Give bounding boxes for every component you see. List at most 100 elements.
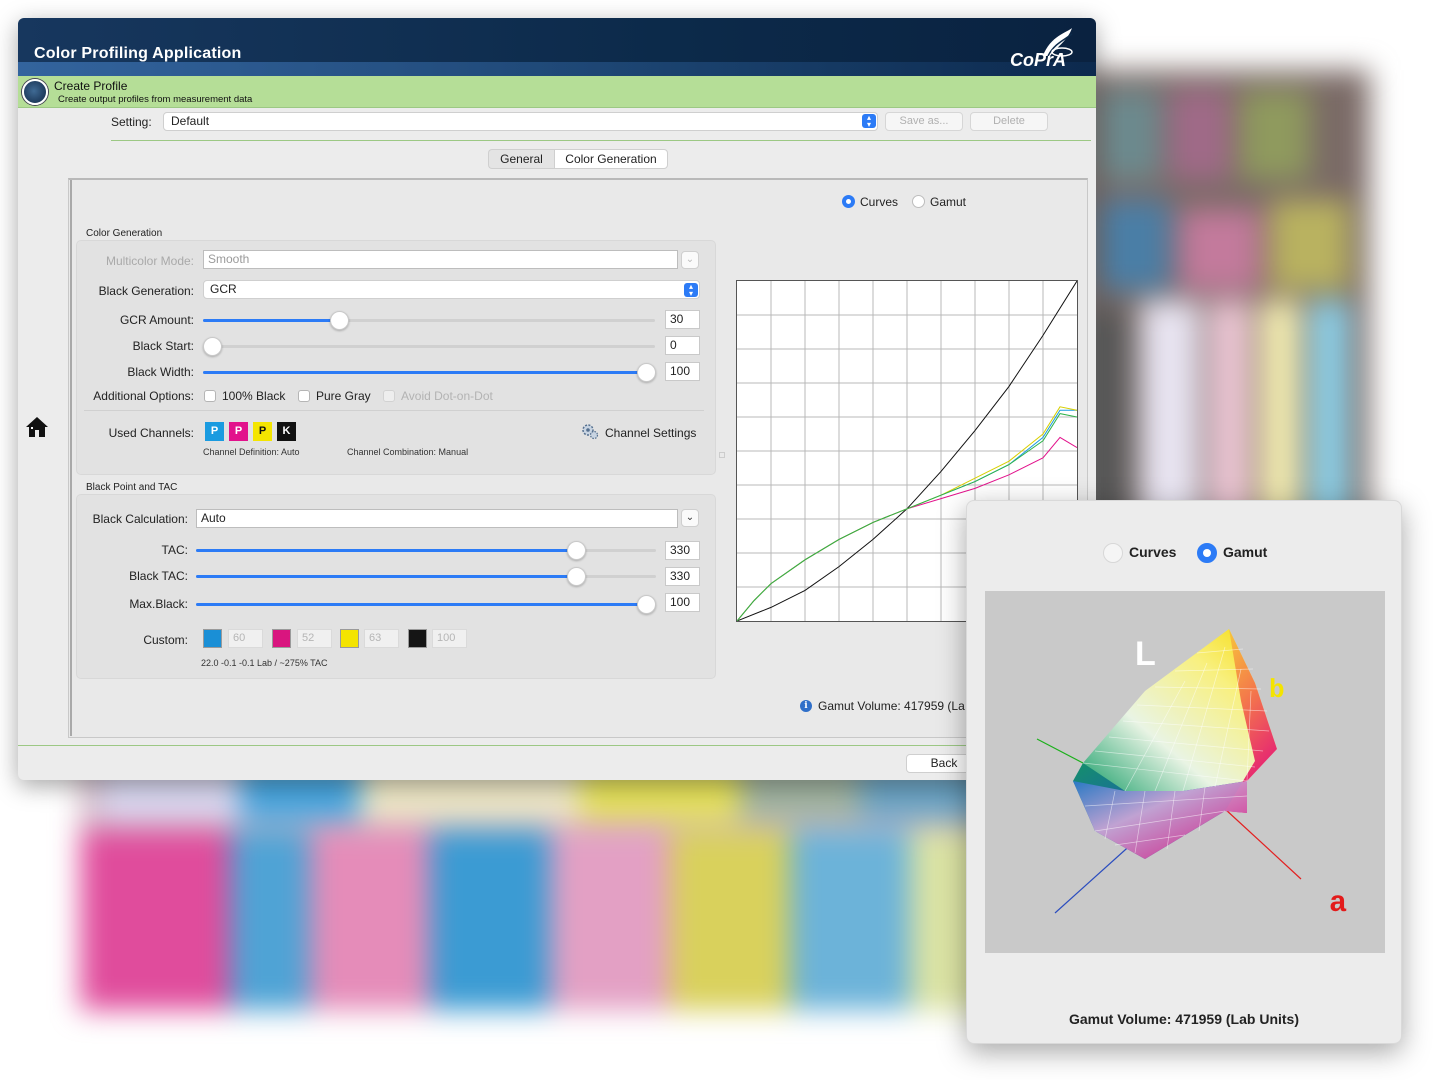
- title-bar: Color Profiling Application CoPrA: [18, 18, 1096, 76]
- gamut-radio-label: Gamut: [930, 195, 967, 209]
- header-bar: Create Profile Create output profiles fr…: [18, 76, 1096, 108]
- blurred-color-chart-bottom: [80, 760, 1030, 1010]
- black-calculation-label: Black Calculation:: [92, 512, 188, 526]
- curves-radio-label: Curves: [860, 195, 899, 209]
- channel-chip-magenta[interactable]: P: [229, 422, 248, 441]
- channel-chip-cyan[interactable]: P: [205, 422, 224, 441]
- gcr-amount-label: GCR Amount:: [119, 313, 194, 327]
- black-width-slider[interactable]: [203, 363, 656, 382]
- gamut-window: Curves Gamut L b a Gamut Volume: 471959 …: [966, 500, 1402, 1044]
- divider: [84, 410, 704, 411]
- gcr-amount-slider-fill: [203, 319, 339, 322]
- info-icon: i: [800, 700, 812, 712]
- channel-combination-text: Channel Combination: Manual: [347, 447, 469, 457]
- create-profile-icon: [22, 79, 48, 105]
- axis-label-l: L: [1135, 635, 1156, 673]
- curves-radio[interactable]: [842, 195, 855, 208]
- app-title: Color Profiling Application: [34, 45, 242, 62]
- black-start-slider[interactable]: [203, 337, 655, 356]
- color-generation-section-title: Color Generation: [86, 228, 163, 239]
- gcr-amount-slider[interactable]: [203, 311, 655, 330]
- gw-curves-radio[interactable]: [1103, 543, 1123, 563]
- max-black-slider[interactable]: [196, 595, 656, 614]
- setting-stepper-icon[interactable]: ▴ ▾: [862, 114, 876, 129]
- channel-definition-text: Channel Definition: Auto: [203, 447, 300, 457]
- tac-slider[interactable]: [196, 541, 656, 560]
- divider: [111, 140, 1091, 141]
- custom-yellow-swatch[interactable]: [340, 629, 359, 648]
- multicolor-mode-label: Multicolor Mode:: [105, 254, 194, 268]
- hundred-black-checkbox[interactable]: [204, 390, 216, 402]
- header-title: Create Profile: [54, 79, 128, 93]
- black-calculation-field[interactable]: Auto: [196, 509, 678, 528]
- black-start-field[interactable]: 0: [665, 336, 700, 355]
- gw-curves-label: Curves: [1129, 544, 1177, 560]
- gamut-volume-main: Gamut Volume: 417959 (La: [818, 699, 965, 713]
- avoid-dot-on-dot-label: Avoid Dot-on-Dot: [401, 389, 493, 403]
- gamut-window-view-radios: Curves Gamut: [967, 541, 1401, 565]
- gamut-3d-view[interactable]: L b a: [985, 591, 1385, 953]
- max-black-field[interactable]: 100: [665, 593, 700, 612]
- setting-row: Setting: Default ▴ ▾ Save as... Delete: [18, 110, 1096, 140]
- multicolor-mode-field[interactable]: Smooth: [203, 250, 678, 269]
- black-point-section-title: Black Point and TAC: [86, 482, 178, 493]
- black-tac-slider-knob[interactable]: [566, 567, 586, 586]
- setting-label: Setting:: [111, 115, 152, 129]
- black-generation-label: Black Generation:: [98, 284, 194, 298]
- black-start-slider-knob[interactable]: [203, 337, 222, 356]
- tac-label: TAC:: [161, 543, 188, 557]
- home-icon[interactable]: [24, 414, 50, 440]
- pure-gray-checkbox[interactable]: [298, 390, 310, 402]
- max-black-slider-knob[interactable]: [637, 595, 656, 614]
- black-width-field[interactable]: 100: [665, 362, 700, 381]
- a-axis-line: [1224, 808, 1302, 880]
- b-axis-line: [1036, 738, 1084, 764]
- custom-magenta-swatch[interactable]: [272, 629, 291, 648]
- custom-cyan-swatch[interactable]: [203, 629, 222, 648]
- delete-button[interactable]: Delete: [970, 112, 1048, 131]
- tac-slider-fill: [196, 549, 576, 552]
- gamut-solid-front: [1073, 781, 1247, 859]
- black-tac-field[interactable]: 330: [665, 567, 700, 586]
- axis-label-b: b: [1269, 675, 1285, 705]
- black-calculation-dropdown-icon[interactable]: ⌄: [681, 509, 699, 527]
- setting-select[interactable]: Default: [163, 112, 878, 131]
- gears-icon[interactable]: [581, 422, 599, 440]
- custom-label: Custom:: [143, 633, 188, 647]
- used-channels-label: Used Channels:: [108, 426, 194, 440]
- black-width-slider-knob[interactable]: [637, 363, 656, 382]
- gcr-amount-slider-knob[interactable]: [329, 311, 349, 330]
- tac-field[interactable]: 330: [665, 541, 700, 560]
- brand-name: CoPrA: [1009, 50, 1066, 70]
- custom-black-swatch[interactable]: [408, 629, 427, 648]
- hundred-black-label: 100% Black: [222, 389, 286, 403]
- custom-cyan-field[interactable]: 60: [228, 629, 263, 648]
- custom-yellow-field[interactable]: 63: [364, 629, 399, 648]
- save-as-button[interactable]: Save as...: [885, 112, 963, 131]
- tab-general[interactable]: General: [488, 149, 554, 169]
- gamut-volume-label: Gamut Volume: 471959 (Lab Units): [1068, 1011, 1299, 1027]
- gcr-amount-field[interactable]: 30: [665, 310, 700, 329]
- channel-settings-button[interactable]: Channel Settings: [605, 426, 696, 440]
- black-width-slider-fill: [203, 371, 646, 374]
- black-generation-stepper-icon[interactable]: ▴ ▾: [684, 283, 698, 298]
- main-window: Color Profiling Application CoPrA Create…: [18, 18, 1096, 780]
- avoid-dot-on-dot-checkbox[interactable]: [383, 390, 395, 402]
- black-start-label: Black Start:: [132, 339, 194, 353]
- gw-gamut-radio[interactable]: [1197, 543, 1217, 563]
- black-tac-slider[interactable]: [196, 567, 656, 586]
- channel-chip-yellow[interactable]: P: [253, 422, 272, 441]
- multicolor-mode-dropdown-icon[interactable]: ⌄: [681, 251, 699, 269]
- l-axis-line: [1054, 840, 1136, 914]
- black-generation-select[interactable]: GCR: [203, 280, 700, 299]
- tab-color-generation[interactable]: Color Generation: [554, 149, 668, 169]
- custom-magenta-field[interactable]: 52: [297, 629, 332, 648]
- black-tac-label: Black TAC:: [129, 569, 188, 583]
- channel-chip-black[interactable]: K: [277, 422, 296, 441]
- black-width-label: Black Width:: [127, 365, 194, 379]
- gamut-radio[interactable]: [912, 195, 925, 208]
- splitter-handle[interactable]: [719, 452, 725, 458]
- black-tac-slider-fill: [196, 575, 576, 578]
- custom-black-field[interactable]: 100: [432, 629, 467, 648]
- tac-slider-knob[interactable]: [566, 541, 586, 560]
